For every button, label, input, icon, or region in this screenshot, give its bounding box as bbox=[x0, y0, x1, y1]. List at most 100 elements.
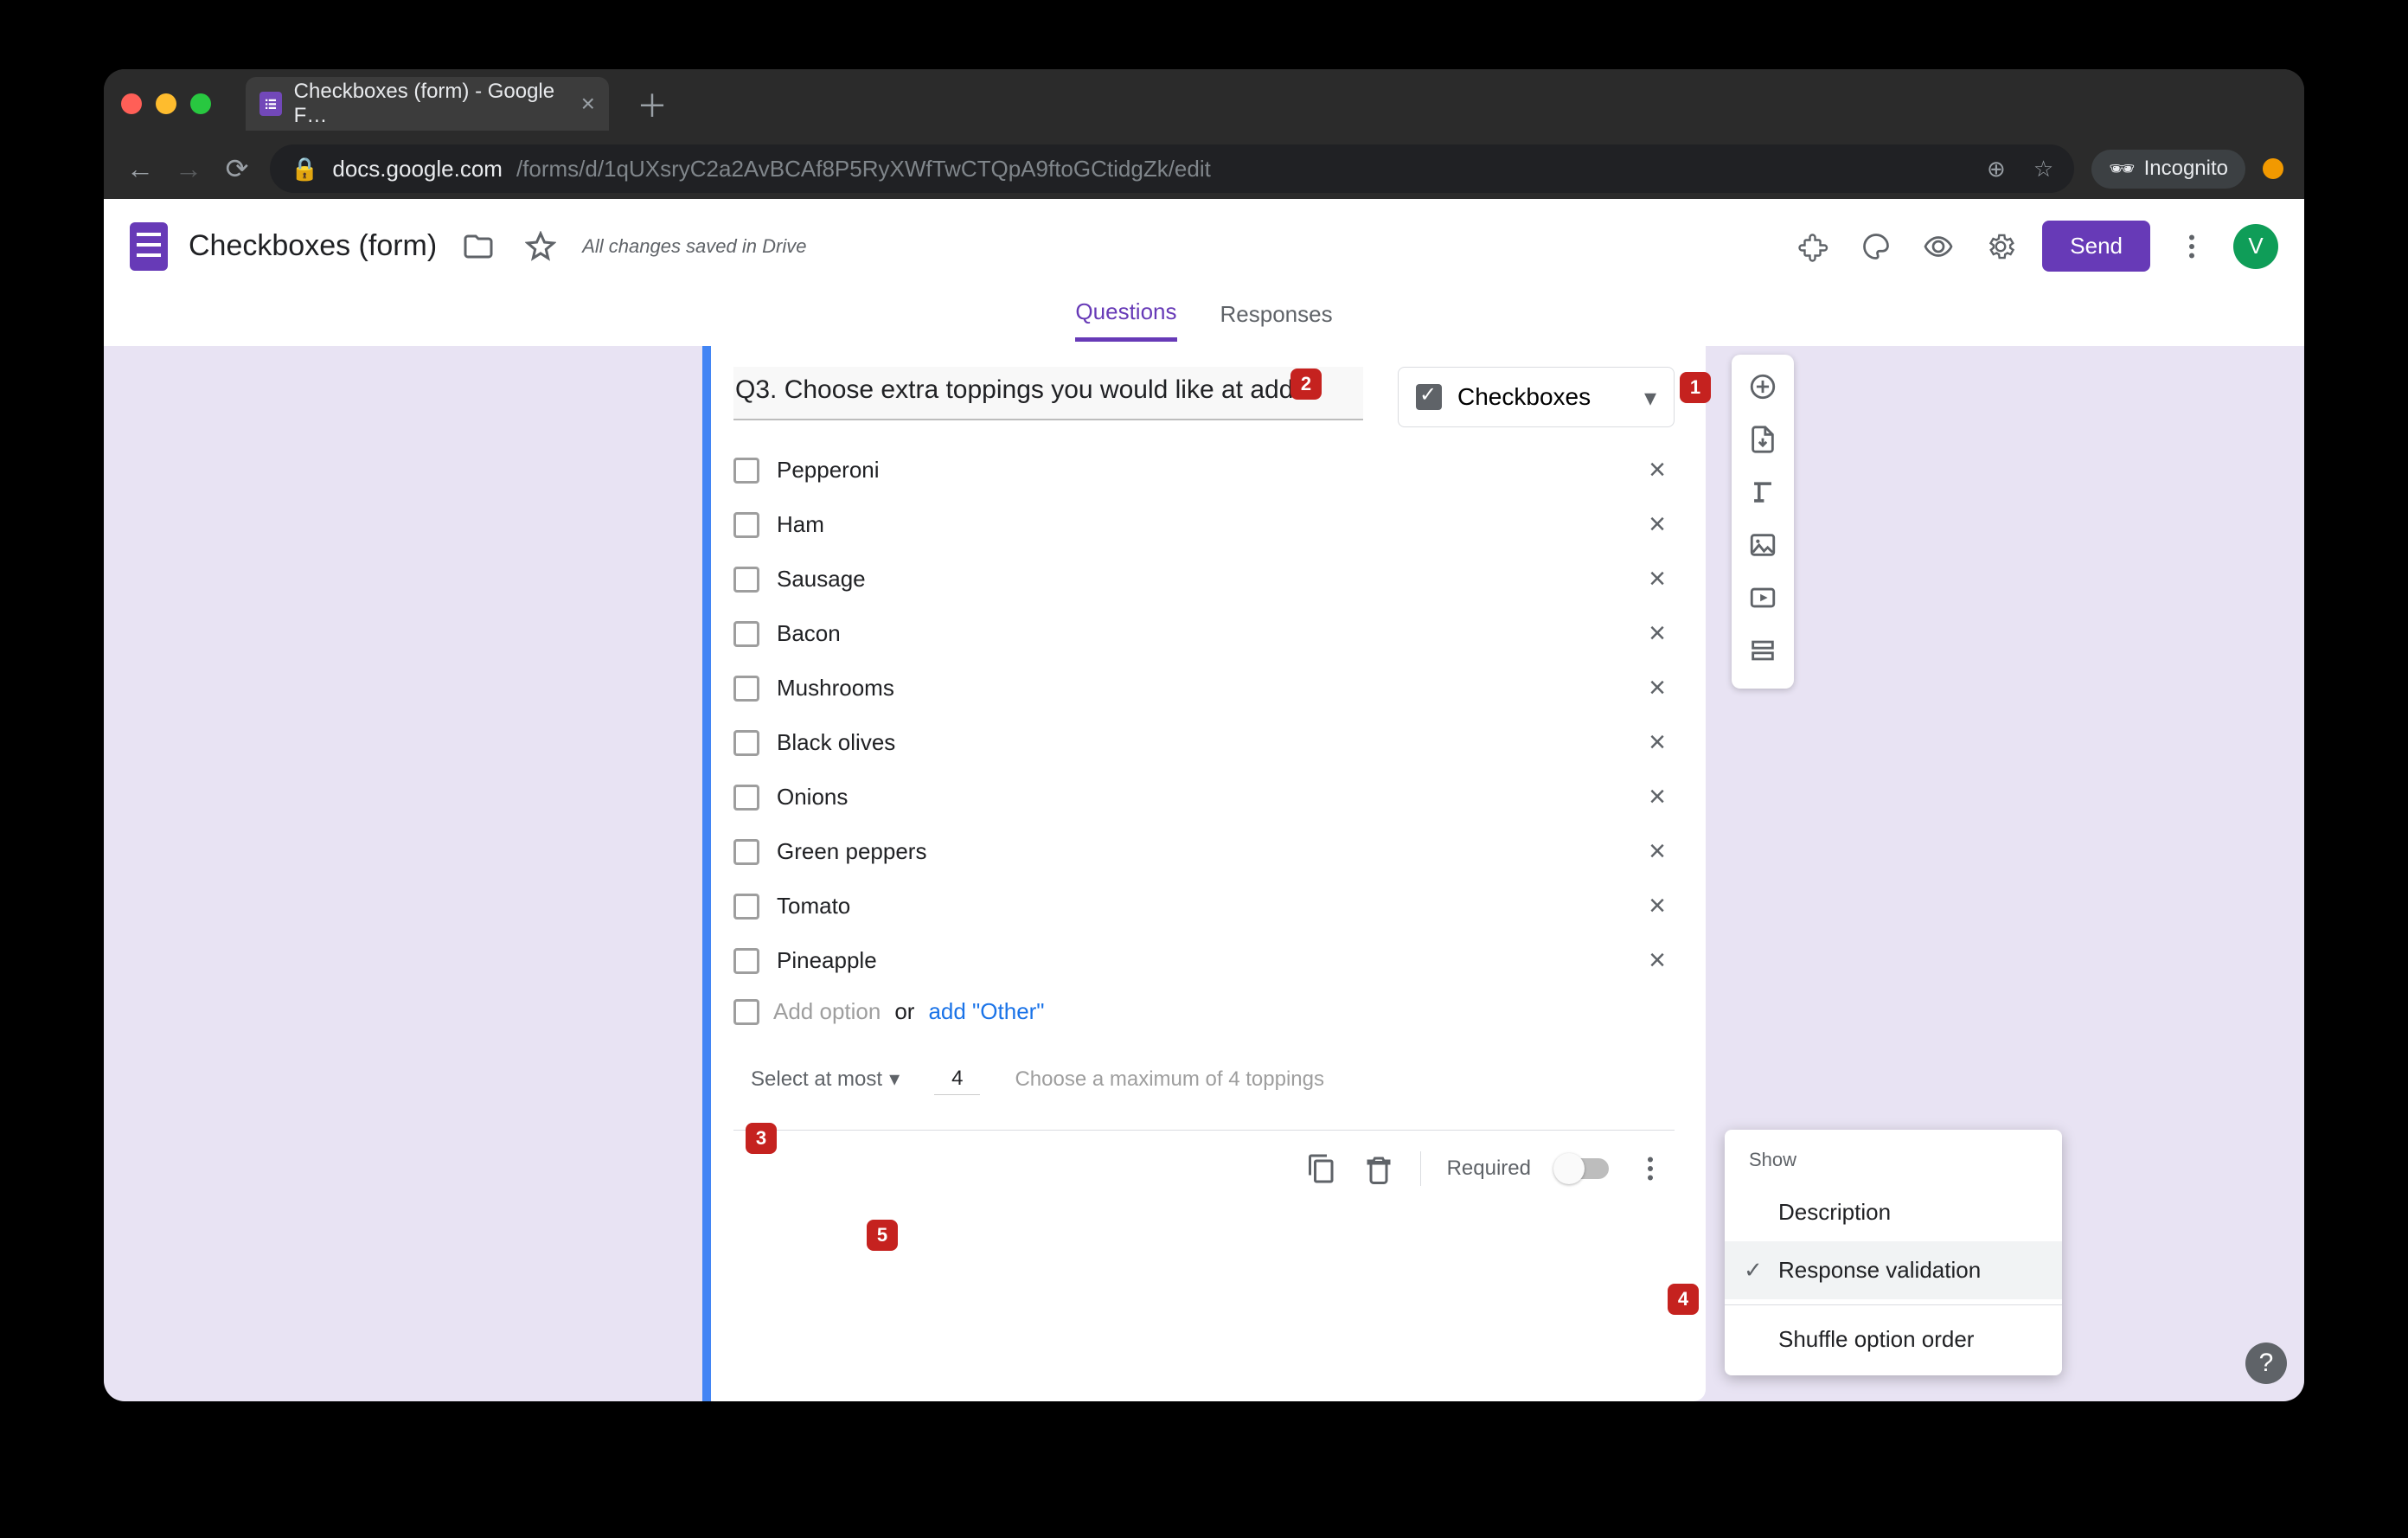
option-label[interactable]: Pepperoni bbox=[777, 457, 1623, 484]
chevron-down-icon: ▾ bbox=[1644, 383, 1656, 412]
bookmark-star-icon[interactable]: ☆ bbox=[2033, 156, 2053, 183]
settings-icon[interactable] bbox=[1980, 226, 2021, 267]
option-row: Black olives × bbox=[733, 726, 1675, 759]
import-questions-icon[interactable] bbox=[1748, 425, 1777, 460]
option-label[interactable]: Pineapple bbox=[777, 947, 1623, 974]
checkbox-icon bbox=[733, 567, 759, 593]
remove-option-button[interactable]: × bbox=[1640, 562, 1675, 596]
incognito-badge: 🕶 Incognito bbox=[2091, 150, 2245, 189]
popup-item-shuffle[interactable]: Shuffle option order bbox=[1725, 1311, 2062, 1368]
url-host: docs.google.com bbox=[332, 156, 503, 183]
option-label[interactable]: Mushrooms bbox=[777, 675, 1623, 702]
option-label[interactable]: Black olives bbox=[777, 729, 1623, 756]
delete-button[interactable] bbox=[1363, 1153, 1394, 1184]
remove-option-button[interactable]: × bbox=[1640, 780, 1675, 814]
add-video-icon[interactable] bbox=[1748, 583, 1777, 618]
nav-forward-button[interactable]: → bbox=[173, 153, 204, 185]
checkboxes-icon bbox=[1416, 384, 1442, 410]
add-question-icon[interactable] bbox=[1748, 372, 1777, 407]
card-footer: Required bbox=[733, 1130, 1675, 1207]
tab-close-button[interactable]: × bbox=[581, 90, 595, 118]
forms-logo-icon[interactable] bbox=[130, 222, 168, 271]
checkbox-icon bbox=[733, 948, 759, 974]
option-row: Bacon × bbox=[733, 617, 1675, 650]
browser-toolbar: ← → ⟳ 🔒 docs.google.com/forms/d/1qUXsryC… bbox=[104, 138, 2304, 199]
star-icon[interactable] bbox=[520, 226, 561, 267]
remove-option-button[interactable]: × bbox=[1640, 889, 1675, 923]
send-button[interactable]: Send bbox=[2042, 221, 2150, 272]
or-label: or bbox=[894, 998, 914, 1025]
popup-separator bbox=[1725, 1304, 2062, 1305]
option-label[interactable]: Green peppers bbox=[777, 838, 1623, 865]
option-label[interactable]: Sausage bbox=[777, 566, 1623, 593]
more-menu-icon[interactable] bbox=[2171, 226, 2213, 267]
add-other-link[interactable]: add "Other" bbox=[928, 998, 1044, 1025]
required-label: Required bbox=[1447, 1157, 1531, 1181]
checkbox-icon bbox=[733, 730, 759, 756]
app-header: Checkboxes (form) All changes saved in D… bbox=[104, 199, 2304, 294]
add-section-icon[interactable] bbox=[1748, 636, 1777, 671]
question-overflow-menu[interactable] bbox=[1635, 1153, 1666, 1184]
question-header: Checkboxes ▾ bbox=[733, 367, 1675, 427]
add-option-text[interactable]: Add option bbox=[773, 998, 881, 1025]
option-label[interactable]: Onions bbox=[777, 784, 1623, 811]
nav-reload-button[interactable]: ⟳ bbox=[221, 152, 253, 185]
url-bar[interactable]: 🔒 docs.google.com/forms/d/1qUXsryC2a2AvB… bbox=[270, 144, 2074, 193]
option-row: Tomato × bbox=[733, 889, 1675, 923]
remove-option-button[interactable]: × bbox=[1640, 944, 1675, 977]
tab-responses[interactable]: Responses bbox=[1220, 301, 1333, 340]
remove-option-button[interactable]: × bbox=[1640, 617, 1675, 650]
checkbox-icon bbox=[733, 894, 759, 920]
save-status: All changes saved in Drive bbox=[582, 235, 806, 258]
maximize-window-button[interactable] bbox=[190, 93, 211, 114]
minimize-window-button[interactable] bbox=[156, 93, 176, 114]
add-title-icon[interactable] bbox=[1748, 477, 1777, 513]
validation-message-input[interactable]: Choose a maximum of 4 toppings bbox=[1015, 1067, 1324, 1092]
validation-rule-selector[interactable]: Select at most ▾ bbox=[751, 1067, 900, 1092]
browser-tab[interactable]: Checkboxes (form) - Google F… × bbox=[246, 77, 609, 131]
remove-option-button[interactable]: × bbox=[1640, 671, 1675, 705]
avatar-letter: V bbox=[2248, 233, 2263, 260]
popup-item-response-validation[interactable]: Response validation bbox=[1725, 1241, 2062, 1299]
step-badge-2: 2 bbox=[1290, 368, 1322, 400]
option-label[interactable]: Tomato bbox=[777, 893, 1623, 920]
option-row: Pepperoni × bbox=[733, 453, 1675, 487]
popup-header: Show bbox=[1725, 1137, 2062, 1183]
page-viewport: Checkboxes (form) All changes saved in D… bbox=[104, 199, 2304, 1401]
option-row: Ham × bbox=[733, 508, 1675, 542]
help-button[interactable]: ? bbox=[2245, 1343, 2287, 1384]
step-badge-5: 5 bbox=[867, 1220, 898, 1251]
question-title-input[interactable] bbox=[733, 367, 1363, 420]
remove-option-button[interactable]: × bbox=[1640, 453, 1675, 487]
floating-toolbar bbox=[1732, 355, 1794, 689]
preview-icon[interactable] bbox=[1918, 226, 1959, 267]
new-tab-button[interactable]: ＋ bbox=[626, 81, 678, 126]
popup-item-description[interactable]: Description bbox=[1725, 1183, 2062, 1241]
checkbox-icon bbox=[733, 512, 759, 538]
addons-icon[interactable] bbox=[1793, 226, 1835, 267]
chevron-down-icon: ▾ bbox=[889, 1067, 900, 1092]
required-toggle[interactable] bbox=[1557, 1158, 1609, 1179]
move-folder-icon[interactable] bbox=[458, 226, 499, 267]
remove-option-button[interactable]: × bbox=[1640, 726, 1675, 759]
duplicate-button[interactable] bbox=[1306, 1153, 1337, 1184]
step-badge-4: 4 bbox=[1668, 1284, 1699, 1315]
remove-option-button[interactable]: × bbox=[1640, 508, 1675, 542]
tab-questions[interactable]: Questions bbox=[1075, 298, 1176, 342]
add-image-icon[interactable] bbox=[1748, 530, 1777, 566]
remove-option-button[interactable]: × bbox=[1640, 835, 1675, 868]
document-title[interactable]: Checkboxes (form) bbox=[189, 229, 437, 263]
form-tabs: Questions Responses bbox=[104, 294, 2304, 346]
option-label[interactable]: Ham bbox=[777, 511, 1623, 538]
nav-back-button[interactable]: ← bbox=[125, 153, 156, 185]
checkbox-icon bbox=[733, 458, 759, 484]
search-in-page-icon[interactable]: ⊕ bbox=[1987, 156, 2006, 183]
checkbox-placeholder bbox=[733, 999, 759, 1025]
avatar[interactable]: V bbox=[2233, 224, 2278, 269]
option-label[interactable]: Bacon bbox=[777, 620, 1623, 647]
validation-number-input[interactable]: 4 bbox=[934, 1063, 980, 1095]
close-window-button[interactable] bbox=[121, 93, 142, 114]
question-type-selector[interactable]: Checkboxes ▾ bbox=[1398, 367, 1675, 427]
palette-icon[interactable] bbox=[1855, 226, 1897, 267]
profile-indicator[interactable] bbox=[2263, 158, 2283, 179]
